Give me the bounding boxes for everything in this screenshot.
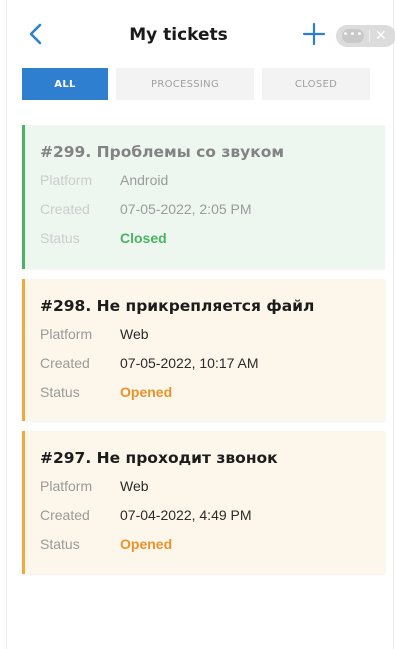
status-badge: Opened: [120, 383, 173, 400]
ticket-platform-row: Platform Android: [40, 165, 385, 194]
ticket-title: #297. Не проходит звонок: [40, 449, 278, 467]
ticket-card[interactable]: #299. Проблемы со звуком Platform Androi…: [22, 125, 385, 269]
created-value: 07-05-2022, 10:17 AM: [120, 354, 259, 371]
ticket-created-row: Created 07-04-2022, 4:49 PM: [40, 500, 385, 529]
status-label: Status: [40, 535, 80, 552]
created-label: Created: [40, 506, 90, 523]
filter-tabs: ALL PROCESSING CLOSED: [22, 68, 370, 100]
platform-value: Android: [120, 171, 169, 188]
ticket-title: #299. Проблемы со звуком: [40, 143, 285, 161]
more-icon[interactable]: •••: [342, 29, 364, 43]
header: My tickets ••• ✕: [0, 0, 395, 72]
status-badge: Closed: [120, 229, 167, 246]
platform-label: Platform: [40, 477, 93, 494]
created-value: 07-04-2022, 4:49 PM: [120, 506, 252, 523]
tab-processing[interactable]: PROCESSING: [116, 68, 254, 100]
plus-icon: [302, 22, 326, 46]
platform-label: Platform: [40, 171, 93, 188]
ticket-status-row: Status Opened: [40, 377, 385, 406]
ticket-card[interactable]: #297. Не проходит звонок Platform Web Cr…: [22, 431, 385, 574]
ticket-created-row: Created 07-05-2022, 2:05 PM: [40, 194, 385, 223]
ticket-created-row: Created 07-05-2022, 10:17 AM: [40, 348, 385, 377]
ticket-platform-row: Platform Web: [40, 471, 385, 500]
capsule-divider: [369, 30, 370, 42]
mini-app-capsule: ••• ✕: [336, 25, 395, 47]
platform-value: Web: [120, 477, 149, 494]
status-label: Status: [40, 229, 80, 246]
ticket-status-row: Status Closed: [40, 223, 385, 252]
status-label: Status: [40, 383, 80, 400]
ticket-status-row: Status Opened: [40, 529, 385, 558]
created-value: 07-05-2022, 2:05 PM: [120, 200, 252, 217]
ticket-platform-row: Platform Web: [40, 319, 385, 348]
created-label: Created: [40, 200, 90, 217]
tab-closed[interactable]: CLOSED: [262, 68, 370, 100]
platform-value: Web: [120, 325, 149, 342]
tab-all[interactable]: ALL: [22, 68, 108, 100]
add-ticket-button[interactable]: [302, 22, 326, 46]
ticket-card[interactable]: #298. Не прикрепляется файл Platform Web…: [22, 279, 385, 421]
created-label: Created: [40, 354, 90, 371]
close-icon[interactable]: ✕: [375, 29, 387, 43]
ticket-title: #298. Не прикрепляется файл: [40, 297, 315, 315]
platform-label: Platform: [40, 325, 93, 342]
status-badge: Opened: [120, 535, 173, 552]
